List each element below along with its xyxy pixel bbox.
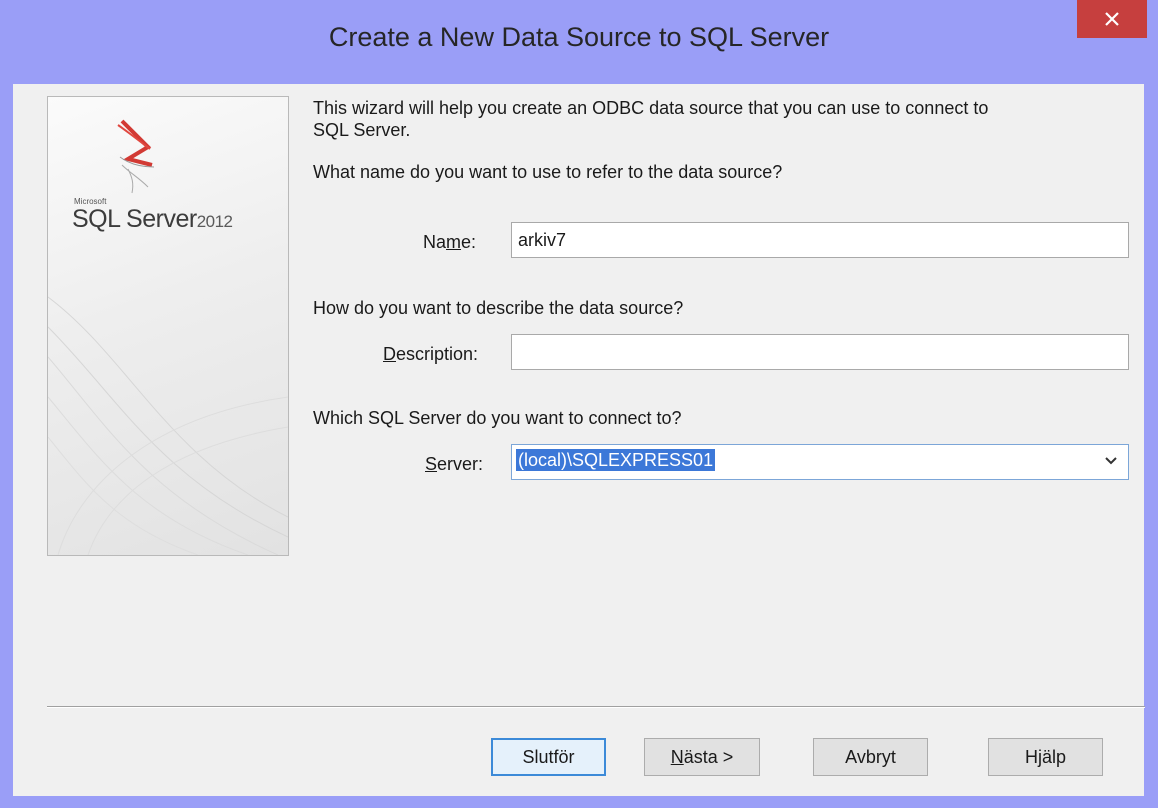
server-combobox[interactable]: (local)\SQLEXPRESS01 [511,444,1129,480]
cancel-button[interactable]: Avbryt [813,738,928,776]
close-button[interactable] [1077,0,1147,38]
dialog-client-area: Microsoft SQL Server2012 This wizard wil… [13,84,1145,796]
description-question: How do you want to describe the data sou… [313,298,684,318]
server-label-post: erver: [437,454,484,474]
decorative-wave-graphic [48,296,288,555]
server-question: Which SQL Server do you want to connect … [313,408,682,428]
server-label-accel: S [425,454,438,474]
button-divider [47,706,1145,708]
next-button-label: ästa > [683,746,734,767]
next-button-accel: N [670,746,684,767]
name-question: What name do you want to use to refer to… [313,162,783,182]
description-label-accel: D [383,344,396,364]
window-title: Create a New Data Source to SQL Server [328,22,830,52]
chevron-down-icon[interactable] [1104,456,1118,466]
finish-button[interactable]: Slutför [491,738,606,776]
description-field[interactable] [511,334,1129,370]
name-label: Name: [423,232,476,253]
description-label-post: escription: [396,344,479,364]
dialog-window: Create a New Data Source to SQL Server M… [0,0,1158,808]
intro-line-1: This wizard will help you create an ODBC… [313,98,989,118]
help-button[interactable]: Hjälp [988,738,1103,776]
intro-line-2: SQL Server. [313,120,411,140]
server-label: Server: [425,454,483,475]
name-label-accel: m [446,232,462,252]
title-bar[interactable]: Create a New Data Source to SQL Server [0,0,1158,84]
name-label-post: e: [461,232,477,252]
close-icon [1105,12,1119,26]
name-field[interactable]: arkiv7 [511,222,1129,258]
name-label-pre: Na [423,232,447,252]
sql-server-banner: Microsoft SQL Server2012 [47,96,289,556]
server-value[interactable]: (local)\SQLEXPRESS01 [516,449,716,471]
next-button[interactable]: Nästa > [644,738,760,776]
description-label: Description: [383,344,478,365]
